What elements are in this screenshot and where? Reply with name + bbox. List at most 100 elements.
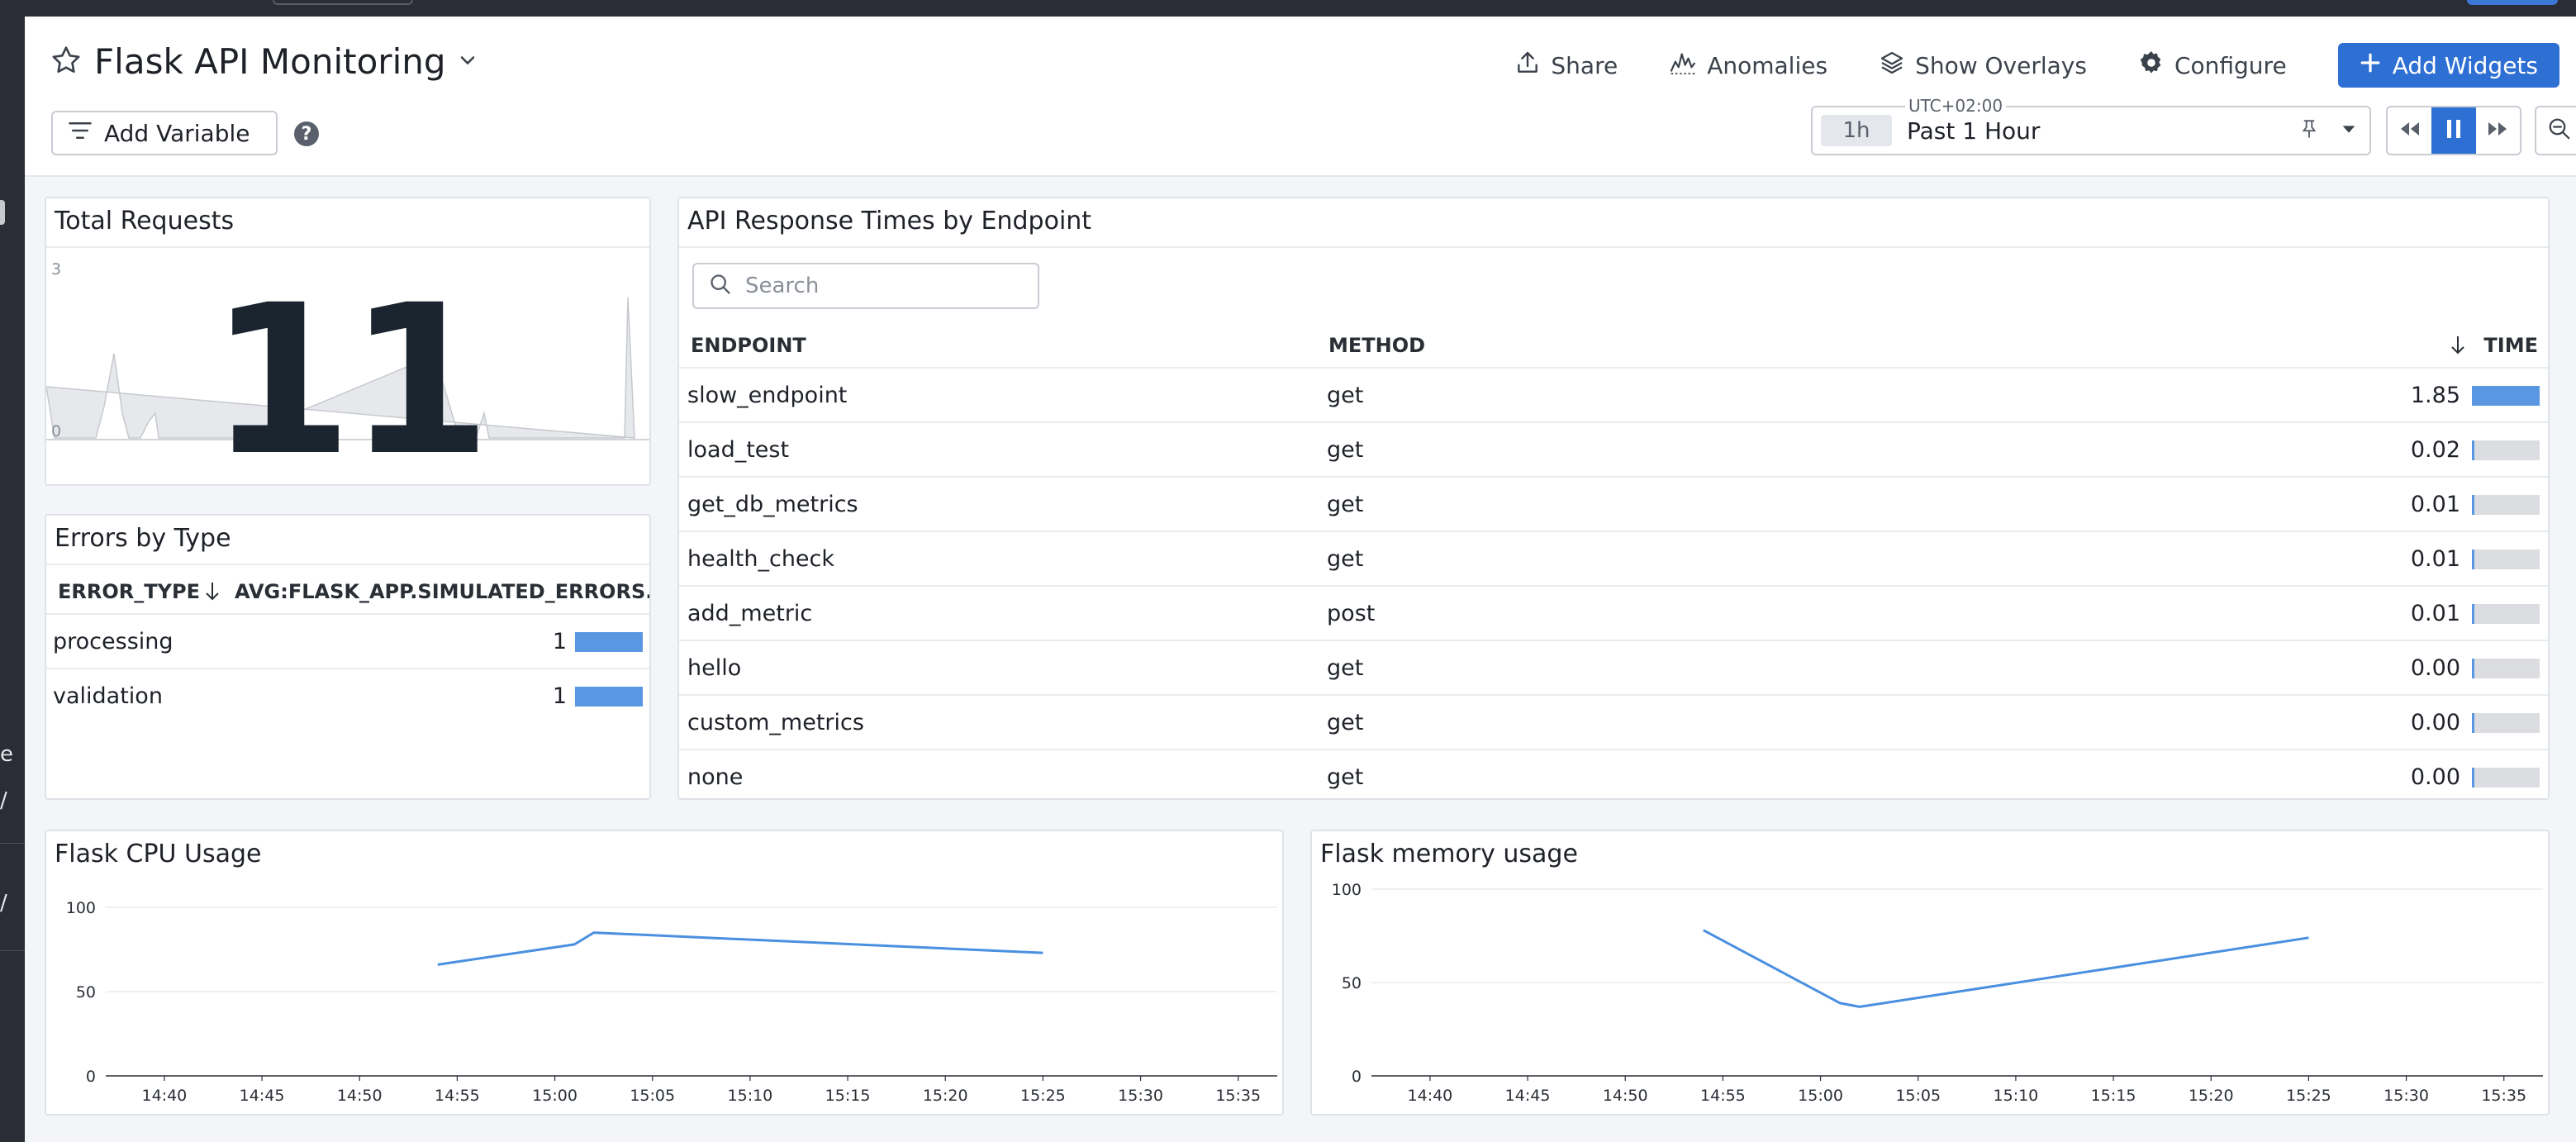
sort-arrow-down-icon[interactable]: [2449, 329, 2467, 362]
y-tick-label: 0: [86, 1068, 96, 1086]
show-overlays-button[interactable]: Show Overlays: [1879, 50, 2087, 82]
value-bar-fill: [2472, 386, 2540, 406]
x-tick-label: 15:20: [2189, 1087, 2234, 1105]
series-line: [1703, 929, 2309, 1008]
sort-arrow-down-icon[interactable]: [203, 575, 221, 608]
nav-separator: [0, 950, 25, 951]
total-requests-widget: Total Requests 3 0 11: [45, 197, 651, 486]
configure-button[interactable]: Configure: [2138, 50, 2287, 82]
error-type-cell: validation: [53, 683, 163, 709]
x-tick-label: 14:55: [435, 1087, 480, 1105]
endpoint-cell: none: [687, 764, 744, 790]
value-bar: [2472, 713, 2540, 733]
x-tick-label: 14:40: [142, 1087, 188, 1105]
x-tick-label: 15:15: [825, 1087, 871, 1105]
table-row[interactable]: hello get 0.00: [679, 640, 2548, 694]
y-tick-label: 100: [1332, 881, 1362, 899]
time-range-picker[interactable]: 1h Past 1 Hour: [1811, 106, 2371, 155]
errors-by-type-widget: Errors by Type ERROR_TYPE AVG:FLASK_APP.…: [45, 514, 651, 800]
y-tick-label: 0: [1352, 1068, 1362, 1086]
favorite-star-icon[interactable]: [50, 44, 83, 80]
configure-label: Configure: [2174, 51, 2287, 79]
plus-icon: [2360, 52, 2381, 79]
method-cell: get: [1327, 764, 1364, 790]
share-button[interactable]: Share: [1514, 50, 1618, 82]
time-cell: 0.01: [2410, 600, 2460, 626]
time-cell: 0.01: [2410, 545, 2460, 572]
table-row[interactable]: health_check get 0.01: [679, 531, 2548, 585]
x-tick-label: 14:45: [1505, 1087, 1551, 1105]
caret-down-icon[interactable]: [2340, 120, 2358, 141]
api-response-times-widget: API Response Times by Endpoint ENDPOINT …: [677, 197, 2550, 800]
dashboard-header: Flask API Monitoring Share Anomalies Sho…: [25, 17, 2576, 177]
endpoint-cell: hello: [687, 654, 742, 681]
sparkline-axis-max: 3: [51, 260, 61, 278]
help-icon[interactable]: ?: [294, 121, 319, 146]
series-line: [437, 931, 1043, 966]
anomalies-icon: [1669, 50, 1697, 82]
query-value: 3 0 11: [46, 248, 649, 486]
table-row[interactable]: validation 1: [46, 668, 649, 722]
time-cell: 0.00: [2410, 654, 2460, 681]
table-row[interactable]: custom_metrics get 0.00: [679, 694, 2548, 749]
nav-text-fragment: /: [0, 788, 7, 813]
top-tab-stub: [273, 0, 413, 5]
table-row[interactable]: add_metric post 0.01: [679, 585, 2548, 640]
total-requests-value: 11: [209, 260, 492, 486]
timezone-label: UTC+02:00: [1905, 96, 2007, 116]
x-tick-label: 15:10: [1994, 1087, 2039, 1105]
table-row[interactable]: get_db_metrics get 0.01: [679, 476, 2548, 531]
widget-title: Errors by Type: [55, 524, 231, 553]
flask-memory-usage-widget: Flask memory usage 0 50 100 14:40 14:45 14:50…: [1310, 830, 2550, 1116]
rewind-icon: [2398, 119, 2422, 142]
column-header-endpoint[interactable]: ENDPOINT: [691, 329, 806, 362]
value-bar-fill: [575, 632, 643, 652]
endpoint-cell: add_metric: [687, 600, 813, 626]
value-bar: [2472, 659, 2540, 678]
widget-title: API Response Times by Endpoint: [687, 207, 1092, 236]
table-row[interactable]: load_test get 0.02: [679, 421, 2548, 476]
x-tick-label: 15:35: [1215, 1087, 1261, 1105]
time-range-label: Past 1 Hour: [1907, 117, 2041, 145]
zoom-out-button[interactable]: [2535, 106, 2576, 155]
x-tick-label: 15:30: [2384, 1087, 2429, 1105]
time-cell: 0.02: [2410, 436, 2460, 463]
column-header-time[interactable]: TIME: [2483, 329, 2538, 362]
nav-text-fragment: e: [0, 742, 13, 767]
x-tick-label: 14:45: [240, 1087, 285, 1105]
column-header-avg-errors[interactable]: AVG:FLASK_APP.SIMULATED_ERRORS.CO...: [235, 575, 649, 608]
pause-button[interactable]: [2431, 107, 2476, 154]
table-row[interactable]: processing 1: [46, 613, 649, 668]
x-tick-label: 14:50: [337, 1087, 383, 1105]
method-cell: get: [1327, 382, 1364, 408]
add-widgets-button[interactable]: Add Widgets: [2337, 43, 2559, 88]
anomalies-label: Anomalies: [1707, 51, 1828, 79]
x-tick-label: 15:05: [630, 1087, 675, 1105]
x-tick-label: 14:40: [1408, 1087, 1453, 1105]
time-cell: 1.85: [2410, 382, 2460, 408]
value-bar: [2472, 386, 2540, 406]
column-header-error-type[interactable]: ERROR_TYPE: [58, 575, 200, 608]
window-top-strip: [0, 0, 2576, 17]
cpu-line-chart[interactable]: 0 50 100 14:40 14:45 14:50 14:55 15:00 15:05 15:1…: [46, 831, 1284, 1116]
nav-separator: [0, 843, 25, 844]
anomalies-button[interactable]: Anomalies: [1669, 50, 1827, 82]
y-tick-label: 50: [76, 983, 96, 1002]
fast-forward-icon: [2486, 119, 2509, 142]
search-input[interactable]: [745, 274, 1026, 298]
column-header-method[interactable]: METHOD: [1328, 329, 1425, 362]
x-tick-label: 15:25: [1020, 1087, 1066, 1105]
fast-forward-button[interactable]: [2476, 107, 2520, 154]
layers-icon: [1879, 50, 1905, 82]
rewind-button[interactable]: [2388, 107, 2431, 154]
nav-active-marker: [0, 200, 5, 225]
table-row[interactable]: none get 0.00: [679, 749, 2548, 798]
memory-line-chart[interactable]: 0 50 100 14:40 14:45 14:50 14:55 15:00 15:05 15:1…: [1312, 831, 2550, 1116]
table-row[interactable]: slow_endpoint get 1.85: [679, 367, 2548, 421]
pin-icon[interactable]: [2298, 118, 2320, 143]
add-variable-button[interactable]: Add Variable: [51, 111, 278, 155]
method-cell: post: [1327, 600, 1376, 626]
top-button-stub: [2467, 0, 2558, 5]
pause-icon: [2444, 118, 2464, 143]
chevron-down-icon[interactable]: [456, 49, 479, 75]
